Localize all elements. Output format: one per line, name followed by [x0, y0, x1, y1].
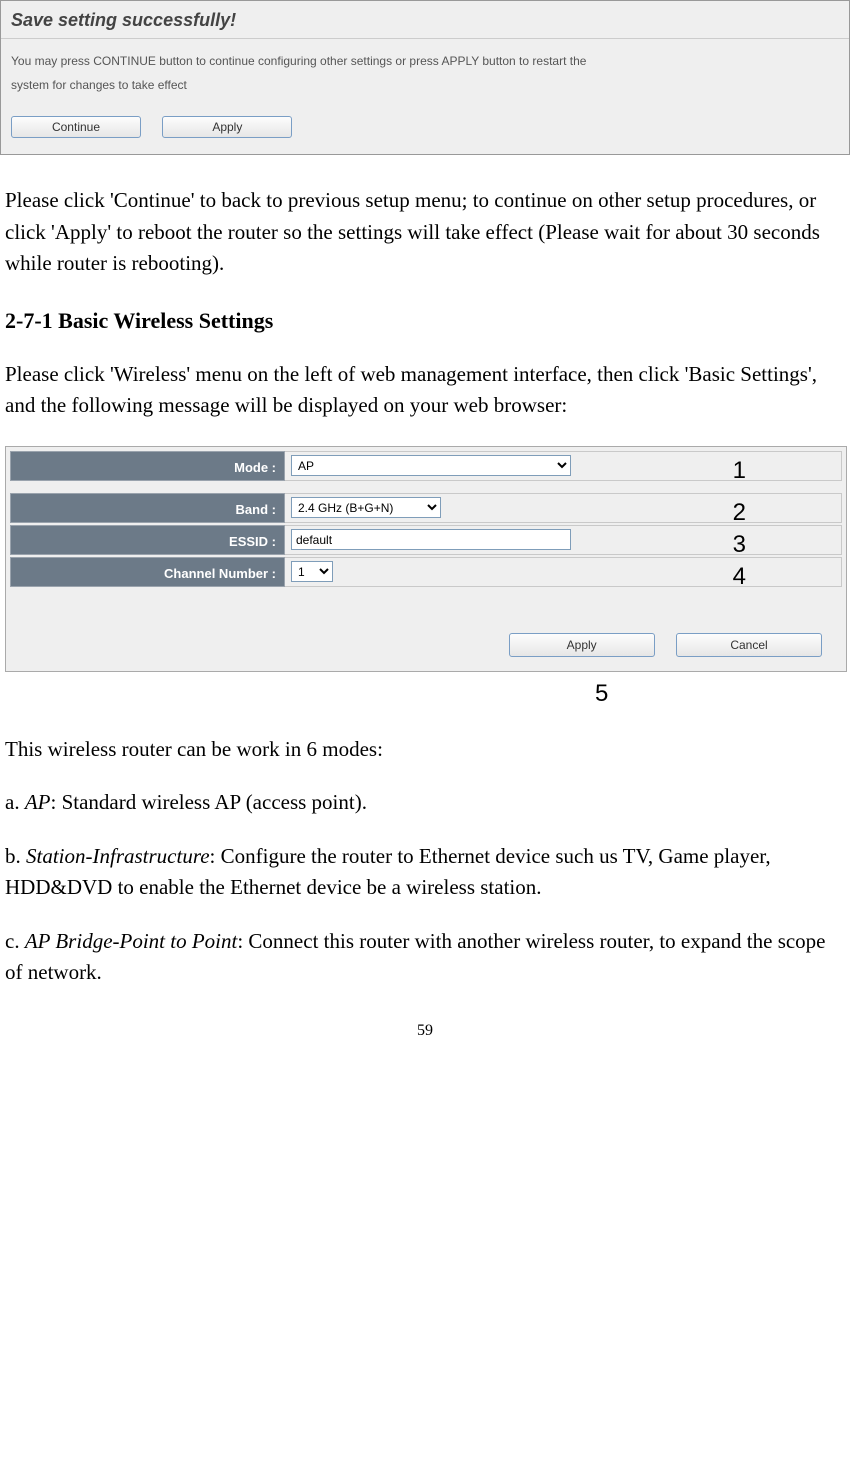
label-channel: Channel Number : [10, 557, 285, 587]
control-mode: AP [285, 451, 842, 481]
mode-b-name: Station-Infrastructure [26, 844, 210, 868]
dialog-message-line2: system for changes to take effect [1, 76, 849, 98]
row-spacer [10, 483, 842, 493]
mode-a: a. AP: Standard wireless AP (access poin… [5, 787, 845, 819]
control-essid [285, 525, 842, 555]
apply-button[interactable]: Apply [162, 116, 292, 138]
label-mode: Mode : [10, 451, 285, 481]
mode-c-name: AP Bridge-Point to Point [25, 929, 238, 953]
mode-a-prefix: a. [5, 790, 25, 814]
dialog-title: Save setting successfully! [1, 1, 849, 39]
mode-select[interactable]: AP [291, 455, 571, 476]
settings-cancel-button[interactable]: Cancel [676, 633, 822, 657]
mode-b: b. Station-Infrastructure: Configure the… [5, 841, 845, 904]
channel-select[interactable]: 1 [291, 561, 333, 582]
mode-b-prefix: b. [5, 844, 26, 868]
row-mode: Mode : AP 1 [10, 451, 842, 481]
document-body: Please click 'Continue' to back to previ… [0, 155, 850, 1043]
label-essid: ESSID : [10, 525, 285, 555]
mode-a-name: AP [25, 790, 51, 814]
mode-a-rest: : Standard wireless AP (access point). [50, 790, 367, 814]
wireless-settings-panel: Mode : AP 1 Band : 2.4 GHz (B+G+N) 2 ESS… [5, 446, 847, 672]
settings-apply-button[interactable]: Apply [509, 633, 655, 657]
callout-5: 5 [595, 676, 845, 712]
label-band: Band : [10, 493, 285, 523]
essid-input[interactable] [291, 529, 571, 550]
paragraph-wireless-intro: Please click 'Wireless' menu on the left… [5, 359, 845, 422]
row-channel: Channel Number : 1 4 [10, 557, 842, 587]
mode-c-prefix: c. [5, 929, 25, 953]
band-select[interactable]: 2.4 GHz (B+G+N) [291, 497, 441, 518]
dialog-button-row: Continue Apply [1, 98, 849, 154]
page-number: 59 [5, 1019, 845, 1043]
continue-button[interactable]: Continue [11, 116, 141, 138]
callout-1: 1 [733, 453, 746, 489]
row-essid: ESSID : 3 [10, 525, 842, 555]
modes-intro: This wireless router can be work in 6 mo… [5, 734, 845, 766]
row-band: Band : 2.4 GHz (B+G+N) 2 [10, 493, 842, 523]
save-dialog: Save setting successfully! You may press… [0, 0, 850, 155]
paragraph-continue-apply: Please click 'Continue' to back to previ… [5, 185, 845, 280]
dialog-message-line1: You may press CONTINUE button to continu… [1, 39, 849, 76]
section-title: 2-7-1 Basic Wireless Settings [5, 304, 845, 337]
mode-c: c. AP Bridge-Point to Point: Connect thi… [5, 926, 845, 989]
control-band: 2.4 GHz (B+G+N) [285, 493, 842, 523]
apply-cancel-row: Apply Cancel [10, 589, 842, 657]
control-channel: 1 [285, 557, 842, 587]
